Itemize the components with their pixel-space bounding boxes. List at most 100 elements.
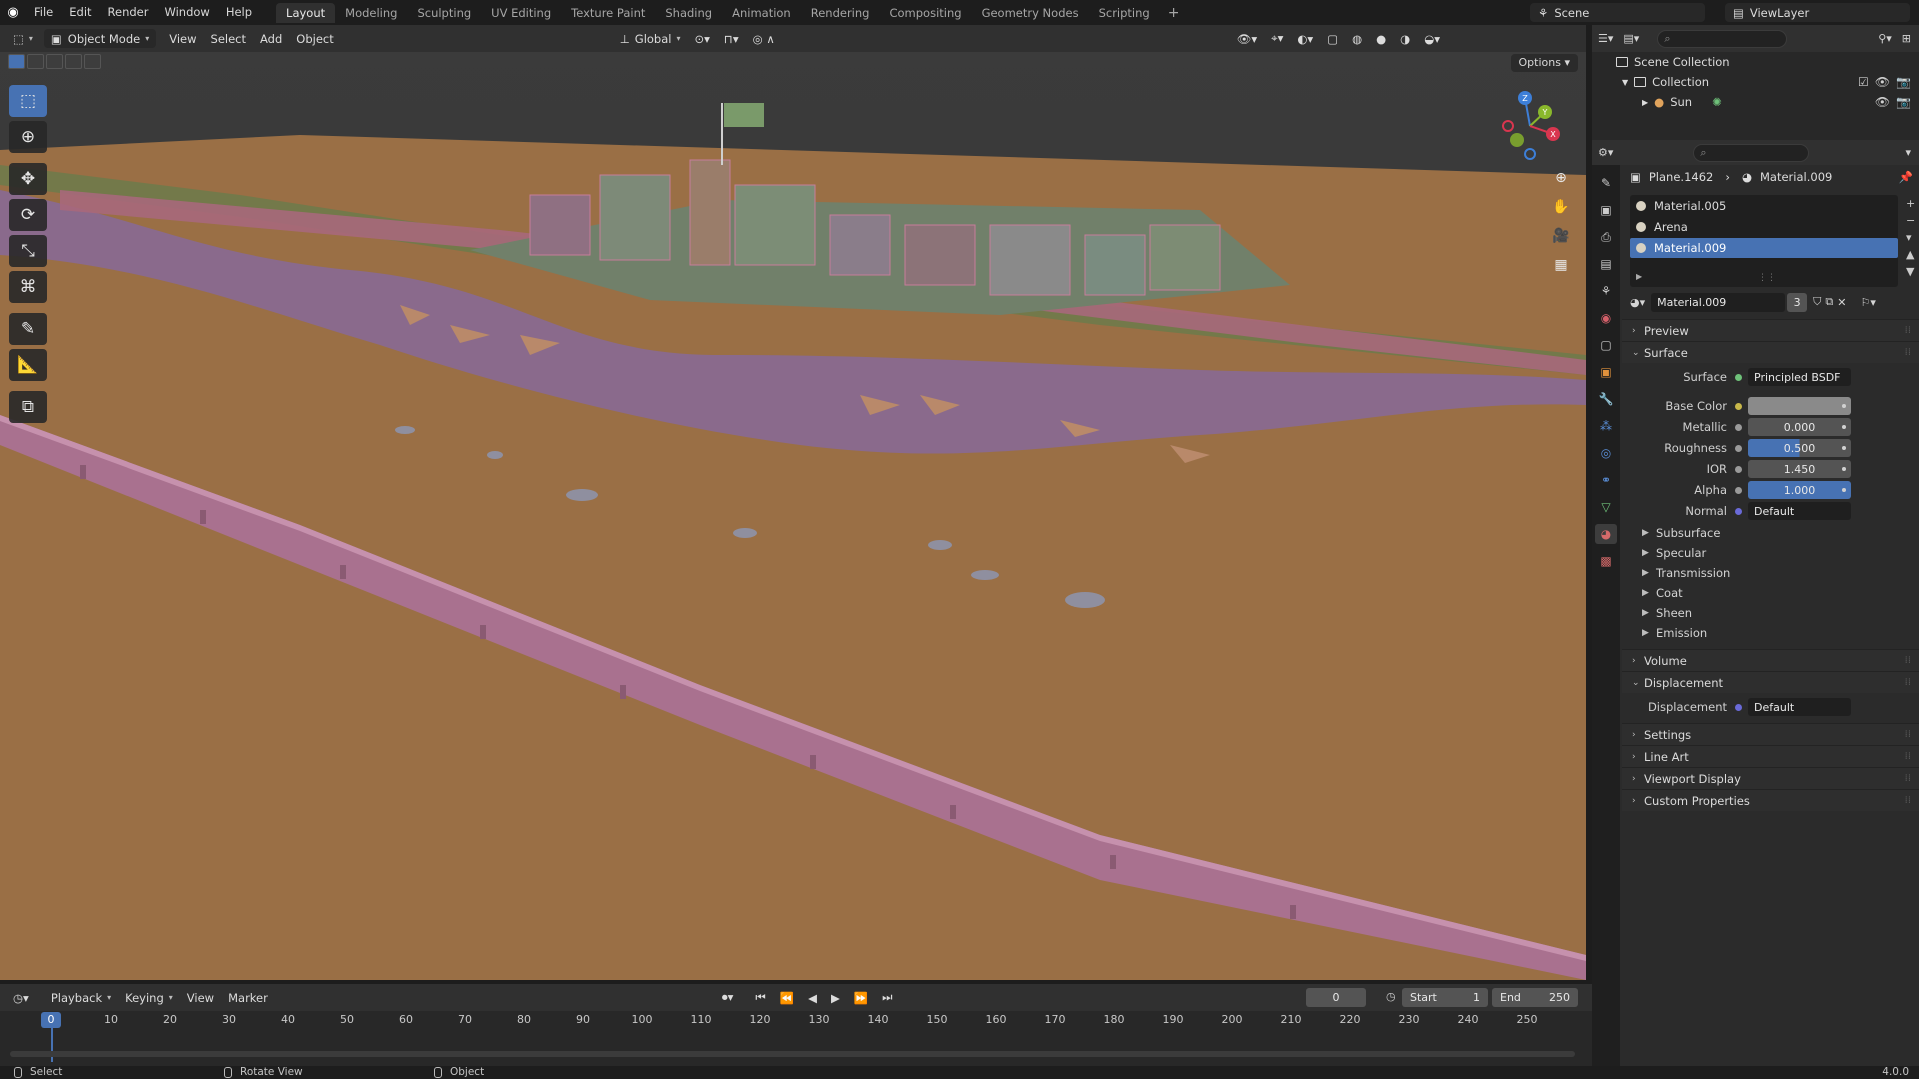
play-icon[interactable]: ▶ [824, 988, 847, 1007]
eye-icon[interactable]: 👁 [1875, 75, 1890, 89]
drag-grip-icon[interactable]: ⁞⁞ [1905, 773, 1911, 784]
options-dropdown[interactable]: Options ▾ [1510, 54, 1578, 72]
proportional-edit-icon[interactable]: ◎ ∧ [746, 29, 782, 48]
shading-solid-icon[interactable]: ● [1369, 29, 1393, 48]
panel-displacement[interactable]: ⌄ Displacement ⁞⁞ [1622, 671, 1919, 693]
shading-material-icon[interactable]: ◑ [1393, 29, 1417, 48]
scale-tool-icon[interactable]: ⤡ [9, 235, 47, 267]
drag-grip-icon[interactable]: ⁞⁞ [1905, 795, 1911, 806]
modifier-tab-icon[interactable]: 🔧 [1595, 389, 1617, 409]
xray-toggle-icon[interactable]: ▢ [1320, 29, 1345, 48]
tree-collection[interactable]: ▼ Collection ☑ 👁 📷 [1592, 72, 1919, 92]
menu-render[interactable]: Render [100, 0, 157, 25]
camera-icon[interactable]: 📷 [1896, 95, 1911, 109]
panel-volume[interactable]: › Volume ⁞⁞ [1622, 649, 1919, 671]
measure-tool-icon[interactable]: 📐 [9, 349, 47, 381]
ior-field[interactable]: 1.450 [1748, 460, 1851, 478]
subsection-transmission[interactable]: ▶ Transmission [1622, 563, 1919, 583]
expand-arrow-icon[interactable]: ▶ [1636, 272, 1642, 281]
physics-tab-icon[interactable]: ◎ [1595, 443, 1617, 463]
visibility-icon[interactable]: 👁▾ [1230, 29, 1264, 48]
jump-end-icon[interactable]: ⏭ [875, 988, 899, 1007]
user-count-badge[interactable]: 3 [1787, 292, 1808, 312]
menu-add[interactable]: Add [253, 29, 289, 48]
new-collection-icon[interactable]: ⊞ [1902, 32, 1911, 45]
menu-marker[interactable]: Marker [221, 988, 275, 1007]
material-slot[interactable]: Material.005 [1630, 196, 1898, 216]
subsection-sheen[interactable]: ▶ Sheen [1622, 603, 1919, 623]
add-cube-tool-icon[interactable]: ⧉ [9, 391, 47, 423]
remove-slot-icon[interactable]: − [1906, 214, 1915, 227]
auto-keying-icon[interactable]: ⏺▾ [715, 988, 741, 1007]
duplicate-icon[interactable]: ⧉ [1825, 295, 1833, 309]
tab-compositing[interactable]: Compositing [879, 3, 971, 23]
timeline-editor-icon[interactable]: ◷▾ [6, 988, 36, 1007]
chevron-down-icon[interactable]: ▾ [1905, 146, 1911, 159]
rotate-tool-icon[interactable]: ⟳ [9, 199, 47, 231]
scene-tab-icon[interactable]: ⚘ [1595, 281, 1617, 301]
tab-animation[interactable]: Animation [722, 3, 801, 23]
material-slot[interactable]: Arena [1630, 217, 1898, 237]
display-mode-icon[interactable]: ▤▾ [1623, 32, 1639, 45]
output-tab-icon[interactable]: ⎙ [1595, 227, 1617, 247]
outliner-search-input[interactable]: ⌕ [1657, 29, 1788, 48]
start-frame-field[interactable]: Start 1 [1402, 988, 1488, 1007]
pivot-point-icon[interactable]: ⊙▾ [687, 29, 716, 48]
expand-arrow-icon[interactable]: ▶ [1642, 98, 1648, 107]
select-mode-extend-icon[interactable] [27, 54, 44, 69]
world-tab-icon[interactable]: ◉ [1595, 308, 1617, 328]
move-down-icon[interactable]: ▼ [1906, 265, 1915, 278]
constraints-tab-icon[interactable]: ⚭ [1595, 470, 1617, 490]
drag-grip-icon[interactable]: ⁞⁞ [1905, 729, 1911, 740]
pan-hand-icon[interactable]: ✋ [1548, 194, 1574, 220]
3d-viewport[interactable]: ⬚ ▾ ▣ Object Mode ▾ View Select Add Objec… [0, 25, 1586, 980]
tree-scene-collection[interactable]: Scene Collection [1592, 52, 1919, 72]
drag-grip-icon[interactable]: ⁞⁞ [1905, 655, 1911, 666]
outliner-editor-icon[interactable]: ☰▾ [1598, 32, 1613, 45]
material-tab-icon[interactable]: ◕ [1595, 524, 1617, 544]
menu-select[interactable]: Select [204, 29, 253, 48]
transform-orientation-dropdown[interactable]: ⊥ Global ▾ [613, 29, 688, 48]
move-up-icon[interactable]: ▲ [1906, 248, 1915, 261]
roughness-slider[interactable]: 0.500 [1748, 439, 1851, 457]
mode-dropdown[interactable]: ▣ Object Mode ▾ [43, 29, 157, 48]
normal-field[interactable]: Default [1748, 502, 1851, 520]
render-tab-icon[interactable]: ▣ [1595, 200, 1617, 220]
expand-arrow-icon[interactable]: ▼ [1622, 78, 1628, 87]
drag-grip-icon[interactable]: ⁞⁞ [1905, 347, 1911, 358]
tab-layout[interactable]: Layout [276, 2, 336, 23]
subsection-emission[interactable]: ▶ Emission [1622, 623, 1919, 643]
current-frame-field[interactable]: 0 [1306, 988, 1366, 1007]
view-layer-tab-icon[interactable]: ▤ [1595, 254, 1617, 274]
properties-editor-icon[interactable]: ⚙▾ [1598, 146, 1613, 159]
tab-texture-paint[interactable]: Texture Paint [561, 3, 655, 23]
tab-scripting[interactable]: Scripting [1089, 3, 1160, 23]
menu-timeline-view[interactable]: View [180, 988, 221, 1007]
menu-object[interactable]: Object [289, 29, 340, 48]
surface-shader-dropdown[interactable]: Principled BSDF [1748, 368, 1851, 386]
panel-preview[interactable]: › Preview ⁞⁞ [1622, 319, 1919, 341]
jump-keyframe-back-icon[interactable]: ⏪ [773, 988, 801, 1007]
timeline-scrollbar[interactable] [10, 1051, 1575, 1057]
drag-grip-icon[interactable]: ⁞⁞ [1905, 751, 1911, 762]
tab-shading[interactable]: Shading [655, 3, 722, 23]
jump-start-icon[interactable]: ⏮ [748, 988, 772, 1007]
playhead-frame-badge[interactable]: 0 [41, 1012, 61, 1028]
object-tab-icon[interactable]: ▣ [1595, 362, 1617, 382]
menu-view[interactable]: View [162, 29, 203, 48]
keyframe-dot-icon[interactable] [1842, 404, 1846, 408]
subsection-coat[interactable]: ▶ Coat [1622, 583, 1919, 603]
overlay-toggle-icon[interactable]: ◐▾ [1290, 29, 1320, 48]
keyframe-dot-icon[interactable] [1842, 446, 1846, 450]
blender-logo-icon[interactable]: ◉ [0, 0, 26, 25]
checkbox-icon[interactable]: ☑ [1858, 75, 1869, 89]
menu-edit[interactable]: Edit [61, 0, 99, 25]
navigation-gizmo[interactable]: Z Y X [1495, 86, 1565, 166]
data-tab-icon[interactable]: ▽ [1595, 497, 1617, 517]
menu-keying[interactable]: Keying ▾ [118, 988, 180, 1007]
view-layer-selector[interactable]: ▤ ViewLayer [1725, 3, 1910, 22]
shading-rendered-icon[interactable]: ◒▾ [1417, 29, 1447, 48]
texture-tab-icon[interactable]: ▩ [1595, 551, 1617, 571]
menu-playback[interactable]: Playback ▾ [44, 988, 118, 1007]
transform-tool-icon[interactable]: ⌘ [9, 271, 47, 303]
